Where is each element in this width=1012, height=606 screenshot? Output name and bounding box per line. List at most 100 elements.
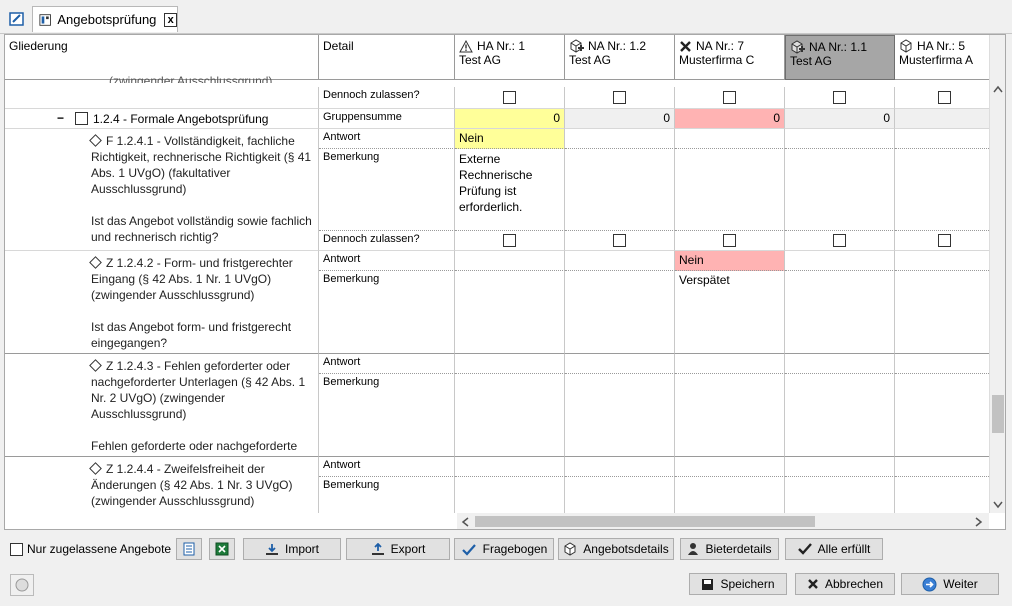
- cancel-label: Abbrechen: [824, 577, 884, 591]
- scroll-left-icon[interactable]: [461, 517, 469, 527]
- remark-cell[interactable]: [565, 149, 675, 231]
- only-admitted-checkbox[interactable]: [10, 542, 23, 556]
- admit-checkbox[interactable]: [503, 91, 516, 104]
- answer-cell[interactable]: Nein: [455, 129, 565, 149]
- answer-cell[interactable]: [455, 251, 565, 271]
- remark-cell[interactable]: [455, 271, 565, 354]
- x-icon: [680, 40, 691, 52]
- admit-checkbox[interactable]: [833, 91, 846, 104]
- angebotsdetails-button[interactable]: Angebotsdetails: [558, 538, 674, 560]
- next-label: Weiter: [943, 577, 978, 591]
- tab-angebotspruefung[interactable]: Angebotsprüfung x: [32, 6, 178, 32]
- scroll-right-icon[interactable]: [975, 517, 983, 527]
- answer-cell[interactable]: [675, 129, 785, 149]
- criterion-question: Ist das Angebot vollständig sowie fachli…: [91, 214, 312, 244]
- admit-checkbox-cell: [785, 231, 895, 251]
- answer-cell[interactable]: [675, 457, 785, 477]
- fragebogen-label: Fragebogen: [482, 542, 548, 556]
- answer-cell[interactable]: [565, 354, 675, 374]
- criterion-title: Z 1.2.4.3 - Fehlen geforderter oder nach…: [91, 359, 306, 421]
- remark-cell[interactable]: Externe Rechnerische Prüfung ist erforde…: [455, 149, 565, 231]
- answer-cell[interactable]: [785, 251, 895, 271]
- answer-cell[interactable]: [785, 354, 895, 374]
- remark-cell[interactable]: [895, 374, 989, 457]
- detail-label: Antwort: [319, 251, 455, 271]
- answer-cell[interactable]: [895, 457, 989, 477]
- fragebogen-button[interactable]: Fragebogen: [454, 538, 554, 560]
- answer-cell[interactable]: Nein: [675, 251, 785, 271]
- remark-cell[interactable]: Verspätet: [675, 271, 785, 354]
- remark-cell[interactable]: [455, 374, 565, 457]
- answer-cell[interactable]: [455, 354, 565, 374]
- remark-cell[interactable]: [455, 477, 565, 513]
- admit-checkbox[interactable]: [723, 91, 736, 104]
- scroll-up-icon[interactable]: [993, 85, 1003, 93]
- horizontal-scroll-thumb[interactable]: [475, 516, 815, 527]
- criterion-diamond-icon: [89, 359, 102, 372]
- answer-cell[interactable]: [455, 457, 565, 477]
- filter-admitted[interactable]: Nur zugelassene Angebote: [10, 542, 171, 556]
- remark-cell[interactable]: [565, 477, 675, 513]
- remark-cell[interactable]: [675, 374, 785, 457]
- remark-cell[interactable]: [785, 271, 895, 354]
- vertical-scroll-thumb[interactable]: [992, 395, 1004, 433]
- admit-checkbox[interactable]: [723, 234, 736, 247]
- group-checkbox[interactable]: [75, 112, 88, 125]
- remark-cell[interactable]: [895, 477, 989, 513]
- offer-2-name: Test AG: [569, 53, 612, 67]
- remark-cell[interactable]: [895, 149, 989, 231]
- answer-cell[interactable]: [675, 354, 785, 374]
- answer-cell[interactable]: [565, 129, 675, 149]
- admit-checkbox[interactable]: [938, 234, 951, 247]
- collapse-icon[interactable]: −: [57, 111, 64, 125]
- answer-cell[interactable]: [565, 457, 675, 477]
- admit-checkbox[interactable]: [833, 234, 846, 247]
- vertical-scrollbar[interactable]: [989, 35, 1005, 513]
- close-icon[interactable]: x: [164, 12, 177, 27]
- answer-cell[interactable]: [895, 251, 989, 271]
- admit-checkbox[interactable]: [613, 234, 626, 247]
- answer-cell[interactable]: [895, 354, 989, 374]
- check-icon: [797, 543, 812, 555]
- bieterdetails-button[interactable]: Bieterdetails: [680, 538, 779, 560]
- remark-cell[interactable]: [565, 271, 675, 354]
- remark-cell[interactable]: [565, 374, 675, 457]
- answer-cell[interactable]: [895, 129, 989, 149]
- remark-cell[interactable]: [785, 374, 895, 457]
- edit-tab-icon[interactable]: [4, 6, 30, 32]
- admit-checkbox[interactable]: [613, 91, 626, 104]
- alle-erfuellt-label: Alle erfüllt: [817, 542, 871, 556]
- document-button[interactable]: [176, 538, 202, 560]
- alle-erfuellt-button[interactable]: Alle erfüllt: [785, 538, 883, 560]
- header-offer-2[interactable]: NA Nr.: 1.2 Test AG: [565, 35, 675, 80]
- answer-cell[interactable]: [785, 457, 895, 477]
- import-button[interactable]: Import: [243, 538, 341, 560]
- admit-checkbox-cell: [455, 87, 565, 109]
- save-label: Speichern: [720, 577, 775, 591]
- remark-cell[interactable]: [785, 149, 895, 231]
- status-indicator[interactable]: [10, 574, 34, 596]
- header-offer-1[interactable]: HA Nr.: 1 Test AG: [455, 35, 565, 80]
- next-button[interactable]: Weiter: [901, 573, 999, 595]
- admit-checkbox[interactable]: [503, 234, 516, 247]
- answer-cell[interactable]: [785, 129, 895, 149]
- header-offer-4[interactable]: NA Nr.: 1.1 Test AG: [785, 35, 895, 80]
- remark-cell[interactable]: [785, 477, 895, 513]
- group-sum-cell: 0: [675, 109, 785, 129]
- horizontal-scrollbar[interactable]: [457, 513, 989, 529]
- header-offer-3[interactable]: NA Nr.: 7 Musterfirma C: [675, 35, 785, 80]
- header-offer-5[interactable]: HA Nr.: 5 Musterfirma A: [895, 35, 989, 80]
- admit-checkbox[interactable]: [938, 91, 951, 104]
- scroll-down-icon[interactable]: [993, 501, 1003, 509]
- excel-export-button[interactable]: [209, 538, 235, 560]
- remark-cell[interactable]: [675, 477, 785, 513]
- remark-cell[interactable]: [675, 149, 785, 231]
- cancel-button[interactable]: Abbrechen: [795, 573, 895, 595]
- answer-cell[interactable]: [565, 251, 675, 271]
- remark-cell[interactable]: [895, 271, 989, 354]
- save-button[interactable]: Speichern: [689, 573, 787, 595]
- admit-checkbox-cell: [675, 231, 785, 251]
- export-button[interactable]: Export: [346, 538, 450, 560]
- header-detail[interactable]: Detail: [319, 35, 455, 80]
- arrow-right-circle-icon: [922, 577, 937, 591]
